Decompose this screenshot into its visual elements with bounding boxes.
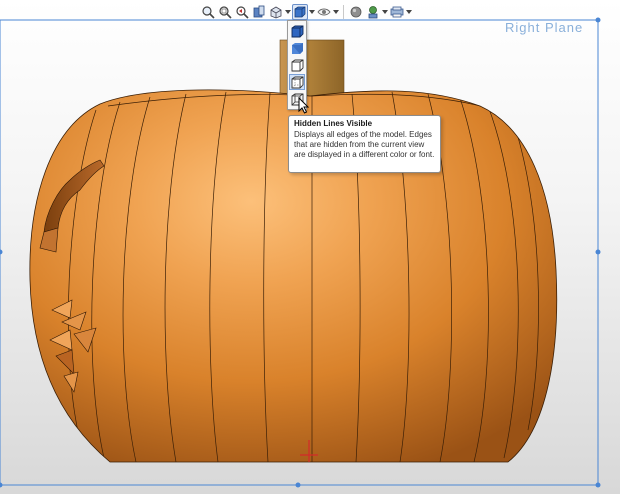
chevron-down-icon[interactable] [333, 4, 339, 20]
heads-up-view-toolbar [200, 3, 412, 21]
previous-view-icon[interactable] [234, 4, 250, 20]
hidden-lines-removed-icon[interactable] [289, 57, 305, 73]
chevron-down-icon[interactable] [382, 4, 388, 20]
chevron-down-icon[interactable] [309, 4, 315, 20]
mouse-pointer-icon [298, 97, 310, 114]
plane-handle[interactable] [295, 482, 301, 488]
plane-handle[interactable] [595, 17, 601, 23]
shaded-with-edges-icon[interactable] [289, 23, 305, 39]
tooltip: Hidden Lines Visible Displays all edges … [288, 115, 441, 173]
zoom-to-fit-icon[interactable] [200, 4, 216, 20]
plane-handle[interactable] [595, 482, 601, 488]
edit-appearance-icon[interactable] [348, 4, 364, 20]
chevron-down-icon[interactable] [285, 4, 291, 20]
plane-handle[interactable] [595, 249, 601, 255]
tooltip-body: Displays all edges of the model. Edges t… [294, 130, 435, 159]
display-style-icon[interactable] [292, 4, 308, 20]
apply-scene-icon[interactable] [365, 4, 381, 20]
hidden-lines-visible-icon[interactable] [289, 74, 305, 90]
view-settings-icon[interactable] [389, 4, 405, 20]
shaded-icon[interactable] [289, 40, 305, 56]
tooltip-title: Hidden Lines Visible [294, 119, 373, 128]
section-view-icon[interactable] [251, 4, 267, 20]
plane-handle[interactable] [0, 249, 3, 255]
zoom-to-area-icon[interactable] [217, 4, 233, 20]
hide-show-items-icon[interactable] [316, 4, 332, 20]
chevron-down-icon[interactable] [406, 4, 412, 20]
plane-handle[interactable] [0, 482, 3, 488]
toolbar-separator [343, 5, 344, 19]
graphics-area[interactable]: Right Plane Hidden Lines Visible Display… [0, 0, 620, 494]
view-orientation-icon[interactable] [268, 4, 284, 20]
plane-label: Right Plane [505, 20, 584, 35]
model-view[interactable] [0, 0, 620, 494]
